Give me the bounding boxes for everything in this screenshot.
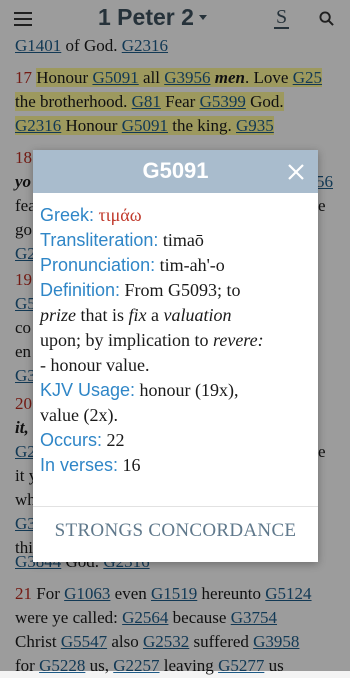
in-verses-row: In verses: 16 (40, 455, 141, 475)
greek-row: Greek: τιμάω (40, 205, 142, 225)
dialog-title: G5091 (142, 158, 209, 183)
close-icon[interactable] (286, 162, 306, 182)
transliteration-row: Transliteration: timaō (40, 230, 204, 250)
dialog-header: G5091 (33, 150, 318, 193)
strongs-concordance-button[interactable]: STRONGS CONCORDANCE (33, 520, 318, 542)
pronunciation-row: Pronunciation: tim-ah'-o (40, 255, 225, 275)
kjv-usage-row: KJV Usage: honour (19x), value (2x). (40, 380, 239, 425)
occurs-row: Occurs: 22 (40, 430, 125, 450)
strongs-dialog: G5091 Greek: τιμάω Transliteration: tima… (33, 150, 318, 562)
dialog-divider (33, 506, 318, 507)
definition-row: Definition: From G5093; to prize that is… (40, 280, 264, 375)
greek-word: τιμάω (98, 205, 142, 225)
dialog-body: Greek: τιμάω Transliteration: timaō Pron… (33, 193, 318, 478)
